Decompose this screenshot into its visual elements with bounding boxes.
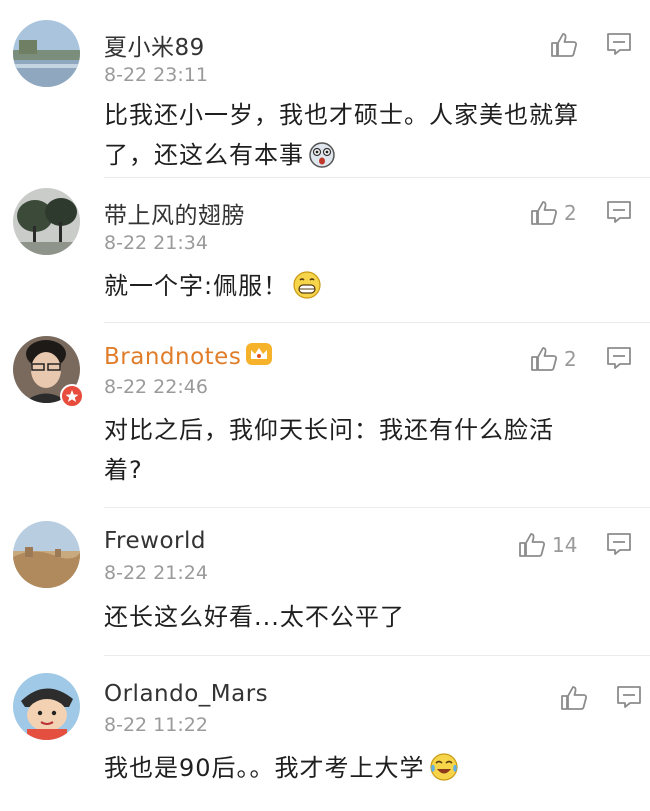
thumbs-up-icon <box>531 347 558 371</box>
avatar[interactable] <box>13 20 80 87</box>
comment-icon <box>607 533 631 555</box>
timestamp: 8-22 21:24 <box>104 562 208 584</box>
like-button[interactable]: 14 <box>518 532 577 558</box>
comment-text-content: 比我还小一岁，我也才硕士。人家美也就算了，还这么有本事 <box>104 101 579 169</box>
like-count: 2 <box>564 201 577 225</box>
divider <box>104 507 650 508</box>
laugh-cry-emoji-icon <box>429 752 459 794</box>
trees-icon <box>13 188 80 255</box>
thumbs-up-icon <box>561 686 588 710</box>
timestamp: 8-22 21:34 <box>104 232 208 254</box>
divider <box>104 655 650 656</box>
comment-text: 还长这么好看...太不公平了 <box>104 603 405 631</box>
crown-icon <box>245 342 273 372</box>
reply-button[interactable] <box>606 32 632 60</box>
username[interactable]: 带上风的翅膀 <box>104 196 245 230</box>
avatar[interactable] <box>13 673 80 740</box>
reply-button[interactable] <box>616 685 642 713</box>
cartoon-icon <box>13 673 80 740</box>
surprised-emoji-icon <box>308 141 336 181</box>
lake-icon <box>13 20 80 87</box>
reply-button[interactable] <box>606 532 632 560</box>
timestamp: 8-22 11:22 <box>104 714 208 736</box>
reply-button[interactable] <box>606 346 632 374</box>
divider <box>104 177 650 178</box>
comment-text: 我也是90后。。我才考上大学 <box>104 748 609 794</box>
comment-icon <box>607 201 631 223</box>
comment-text: 对比之后，我仰天长问：我还有什么脸活着? <box>104 416 554 484</box>
thumbs-up-icon <box>519 533 546 557</box>
like-button[interactable] <box>550 32 584 58</box>
like-button[interactable]: 2 <box>530 200 577 226</box>
like-count: 14 <box>552 533 578 557</box>
avatar[interactable] <box>13 188 80 255</box>
verified-badge-icon <box>60 384 84 408</box>
like-count: 2 <box>564 347 577 371</box>
avatar[interactable] <box>13 521 80 588</box>
thumbs-up-icon <box>551 33 578 57</box>
comment-text-content: 我也是90后。。我才考上大学 <box>104 754 425 782</box>
username[interactable]: Brandnotes <box>104 342 273 372</box>
comment-text: 就一个字:佩服！ <box>104 266 609 312</box>
comment-icon <box>607 33 631 55</box>
desert-icon <box>13 521 80 588</box>
divider <box>104 322 650 323</box>
username[interactable]: Orlando_Mars <box>104 681 268 707</box>
username-text: Brandnotes <box>104 344 242 370</box>
thumbs-up-icon <box>531 201 558 225</box>
like-button[interactable] <box>560 685 594 711</box>
username[interactable]: 夏小米89 <box>104 28 205 62</box>
username[interactable]: Freworld <box>104 528 206 554</box>
comment-text-content: 就一个字:佩服！ <box>104 272 289 300</box>
grin-emoji-icon <box>292 270 322 312</box>
like-button[interactable]: 2 <box>530 346 577 372</box>
comment-icon <box>607 347 631 369</box>
timestamp: 8-22 22:46 <box>104 376 208 398</box>
comment-text: 比我还小一岁，我也才硕士。人家美也就算了，还这么有本事 <box>104 95 609 181</box>
timestamp: 8-22 23:11 <box>104 64 208 86</box>
reply-button[interactable] <box>606 200 632 228</box>
comment-icon <box>617 686 641 708</box>
